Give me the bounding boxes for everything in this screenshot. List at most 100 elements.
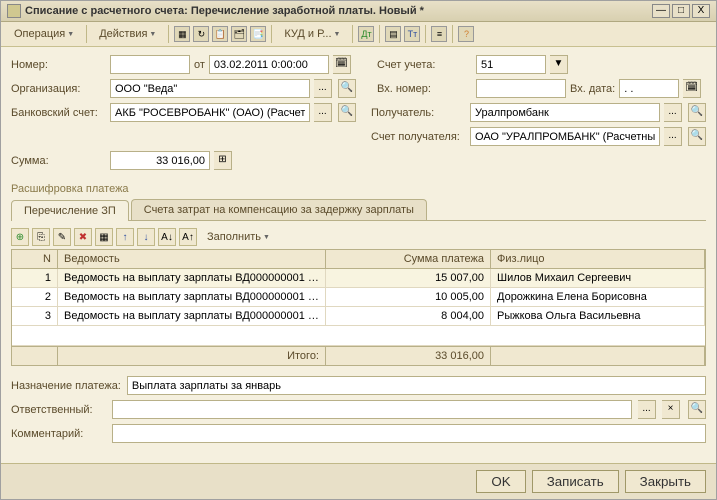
buttons-bar: OK Записать Закрыть	[1, 463, 716, 499]
account-input[interactable]	[476, 55, 546, 74]
grid-header: N Ведомость Сумма платежа Физ.лицо	[12, 250, 705, 269]
cell-person: Рыжкова Ольга Васильевна	[491, 307, 705, 325]
separator	[168, 25, 169, 43]
purpose-input[interactable]	[127, 376, 706, 395]
close-button[interactable]: X	[692, 4, 710, 18]
table-row[interactable]: 3 Ведомость на выплату зарплаты ВД000000…	[12, 307, 705, 326]
responsible-label: Ответственный:	[11, 404, 106, 416]
toolbar-icon-1[interactable]: ▦	[174, 26, 190, 42]
help-icon[interactable]: ?	[458, 26, 474, 42]
separator	[86, 25, 87, 43]
grid-icon-5[interactable]: ▦	[95, 228, 113, 246]
section-title: Расшифровка платежа	[11, 183, 706, 195]
responsible-input[interactable]	[112, 400, 632, 419]
toolbar-icon-8[interactable]: ≡	[431, 26, 447, 42]
close-form-button[interactable]: Закрыть	[625, 470, 706, 493]
cell-summa: 15 007,00	[326, 269, 491, 287]
date-input[interactable]	[209, 55, 329, 74]
organization-select-button[interactable]: ...	[314, 79, 332, 98]
recipient-search-button[interactable]: 🔍	[688, 103, 706, 122]
account-label: Счет учета:	[377, 59, 472, 71]
separator	[271, 25, 272, 43]
toolbar-icon-4[interactable]: 🗂	[231, 26, 247, 42]
vh-date-input[interactable]	[619, 79, 679, 98]
summa-calc-button[interactable]: ⊞	[214, 151, 232, 170]
itogo-label: Итого:	[58, 347, 326, 365]
tab-perechislenie[interactable]: Перечисление ЗП	[11, 200, 129, 221]
save-button[interactable]: Записать	[532, 470, 619, 493]
sort-desc-icon[interactable]: A↑	[179, 228, 197, 246]
bank-account-select-button[interactable]: ...	[314, 103, 332, 122]
edit-row-icon[interactable]: ✎	[53, 228, 71, 246]
recipient-account-input[interactable]	[470, 127, 660, 146]
organization-search-button[interactable]: 🔍	[338, 79, 356, 98]
table-row[interactable]: 1 Ведомость на выплату зарплаты ВД000000…	[12, 269, 705, 288]
responsible-select-button[interactable]: ...	[638, 400, 656, 419]
bank-account-search-button[interactable]: 🔍	[338, 103, 356, 122]
summa-label: Сумма:	[11, 155, 106, 167]
chevron-down-icon: ▼	[334, 31, 341, 38]
grid-footer: Итого: 33 016,00	[12, 346, 705, 365]
delete-row-icon[interactable]: ✖	[74, 228, 92, 246]
toolbar-icon-7[interactable]: Тт	[404, 26, 420, 42]
ot-label: от	[194, 59, 205, 71]
recipient-input[interactable]	[470, 103, 660, 122]
cell-n: 2	[12, 288, 58, 306]
add-row-icon[interactable]: ⊕	[11, 228, 29, 246]
separator	[452, 25, 453, 43]
maximize-button[interactable]: □	[672, 4, 690, 18]
operation-label: Операция	[14, 28, 65, 40]
vh-number-input[interactable]	[476, 79, 566, 98]
header-person[interactable]: Физ.лицо	[491, 250, 705, 268]
toolbar-icon-6[interactable]: ▤	[385, 26, 401, 42]
comment-label: Комментарий:	[11, 428, 106, 440]
header-summa[interactable]: Сумма платежа	[326, 250, 491, 268]
fill-menu[interactable]: Заполнить▼	[200, 228, 277, 246]
organization-input[interactable]	[110, 79, 310, 98]
header-vedomost[interactable]: Ведомость	[58, 250, 326, 268]
fill-label: Заполнить	[207, 231, 261, 243]
form-area: Номер: от 🗓 Счет учета: ▼ Организация: .…	[1, 47, 716, 463]
operation-menu[interactable]: Операция▼	[7, 25, 81, 43]
number-input[interactable]	[110, 55, 190, 74]
cell-vedomost: Ведомость на выплату зарплаты ВД00000000…	[58, 307, 326, 325]
tab-scheta-zatrat[interactable]: Счета затрат на компенсацию за задержку …	[131, 199, 427, 220]
actions-menu[interactable]: Действия▼	[92, 25, 163, 43]
chevron-down-icon: ▼	[149, 31, 156, 38]
recipient-account-select-button[interactable]: ...	[664, 127, 682, 146]
header-n[interactable]: N	[12, 250, 58, 268]
comment-input[interactable]	[112, 424, 706, 443]
chevron-down-icon: ▼	[263, 234, 270, 241]
account-dropdown-button[interactable]: ▼	[550, 55, 568, 74]
bank-account-input[interactable]	[110, 103, 310, 122]
responsible-search-button[interactable]: 🔍	[688, 400, 706, 419]
copy-row-icon[interactable]: ⎘	[32, 228, 50, 246]
recipient-select-button[interactable]: ...	[664, 103, 682, 122]
date-picker-button[interactable]: 🗓	[333, 55, 351, 74]
responsible-clear-button[interactable]: ×	[662, 400, 680, 419]
move-up-icon[interactable]: ↑	[116, 228, 134, 246]
kudir-label: КУД и Р...	[284, 28, 331, 40]
number-label: Номер:	[11, 59, 106, 71]
minimize-button[interactable]: —	[652, 4, 670, 18]
main-toolbar: Операция▼ Действия▼ ▦ ↻ 📋 🗂 📑 КУД и Р...…	[1, 22, 716, 47]
toolbar-icon-2[interactable]: ↻	[193, 26, 209, 42]
toolbar-icon-3[interactable]: 📋	[212, 26, 228, 42]
titlebar: Списание с расчетного счета: Перечислени…	[1, 1, 716, 22]
summa-input[interactable]	[110, 151, 210, 170]
vh-number-label: Вх. номер:	[377, 83, 472, 95]
main-window: Списание с расчетного счета: Перечислени…	[0, 0, 717, 500]
separator	[352, 25, 353, 43]
move-down-icon[interactable]: ↓	[137, 228, 155, 246]
cell-summa: 8 004,00	[326, 307, 491, 325]
recipient-account-search-button[interactable]: 🔍	[688, 127, 706, 146]
empty-row	[12, 326, 705, 346]
ok-button[interactable]: OK	[476, 470, 525, 493]
vh-date-picker-button[interactable]: 🗓	[683, 79, 701, 98]
recipient-label: Получатель:	[371, 107, 466, 119]
table-row[interactable]: 2 Ведомость на выплату зарплаты ВД000000…	[12, 288, 705, 307]
sort-asc-icon[interactable]: A↓	[158, 228, 176, 246]
toolbar-icon-5[interactable]: 📑	[250, 26, 266, 42]
dtkt-icon[interactable]: Дт	[358, 26, 374, 42]
kudir-menu[interactable]: КУД и Р...▼	[277, 25, 347, 43]
